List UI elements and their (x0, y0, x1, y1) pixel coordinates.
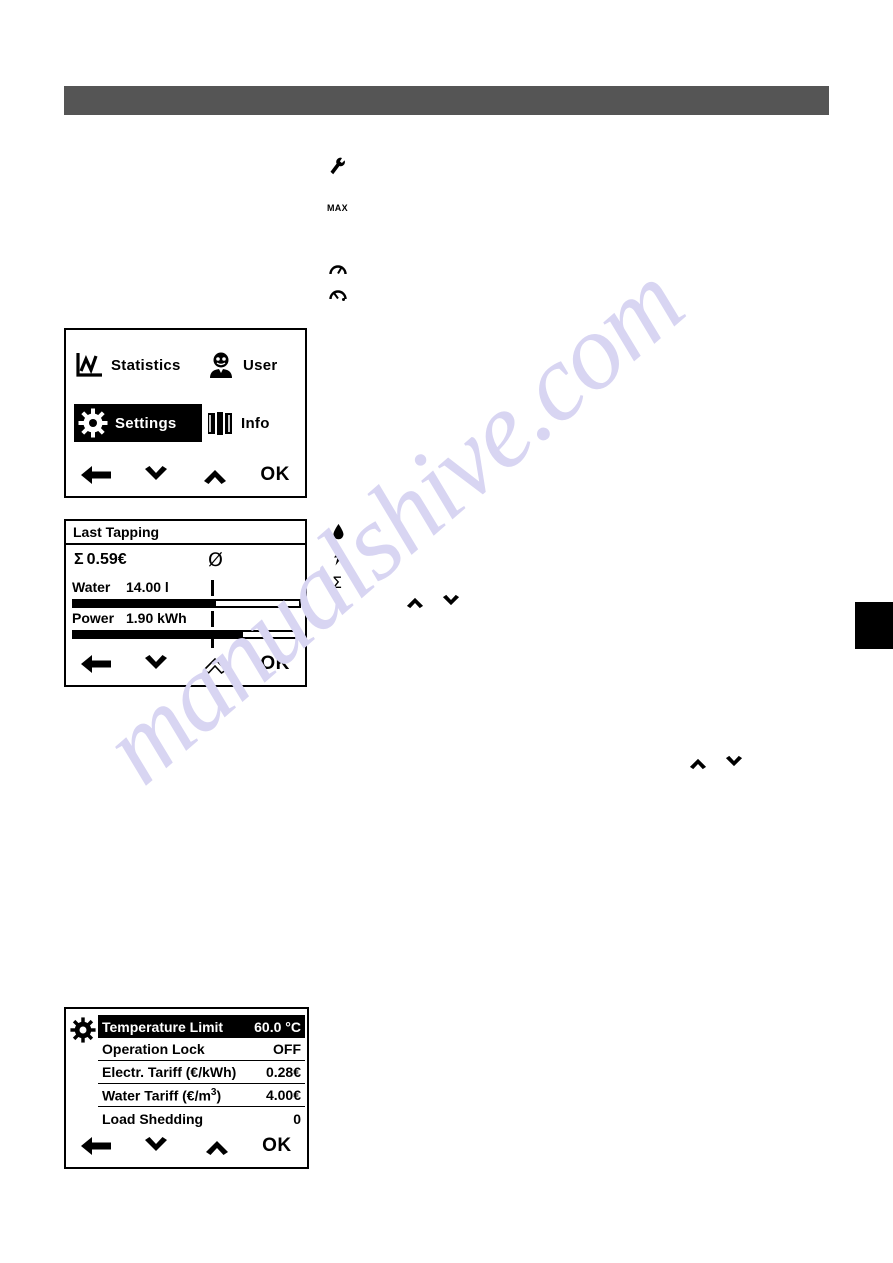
chevron-down-icon[interactable] (440, 593, 462, 610)
chevron-up-icon[interactable] (186, 464, 246, 486)
menu-item-info[interactable]: Info (206, 404, 301, 442)
settings-row-label: Operation Lock (102, 1041, 205, 1057)
inline-chevron-pair-lower (687, 754, 745, 771)
settings-row-label: Water Tariff (€/m3) (102, 1086, 222, 1104)
back-arrow-icon[interactable] (66, 1134, 126, 1158)
lcd-main-menu-panel: Statistics User Settings Info OK (64, 328, 307, 498)
sigma-icon: Σ (74, 551, 84, 568)
statistics-chart-icon (74, 350, 104, 380)
chevron-down-icon[interactable] (126, 653, 186, 675)
settings-row-value: 4.00€ (265, 1087, 301, 1103)
average-symbol-icon: Ø (208, 549, 223, 571)
meter-water-bar-fill (74, 601, 216, 606)
meter-water: Water 14.00 l (72, 579, 301, 608)
meter-power-line: Power 1.90 kWh (72, 610, 301, 629)
chevron-up-outline-icon[interactable] (186, 653, 246, 675)
settings-row-electr-tariff[interactable]: Electr. Tariff (€/kWh) 0.28€ (98, 1061, 305, 1084)
menu-item-statistics-label: Statistics (111, 356, 181, 374)
chevron-up-icon[interactable] (187, 1135, 247, 1157)
main-menu-nav-row: OK (66, 458, 305, 492)
sigma-icon: Σ (332, 573, 343, 592)
gauge-half-icon (329, 286, 347, 302)
meter-water-bar (72, 599, 301, 608)
section-header-bar (64, 86, 829, 115)
ok-button[interactable]: OK (245, 653, 305, 675)
last-tapping-total: Σ 0.59€ (74, 551, 127, 569)
gauge-icon (329, 261, 347, 277)
settings-row-list: Temperature Limit 60.0 °C Operation Lock… (98, 1015, 305, 1130)
meter-water-value: 14.00 l (126, 579, 169, 595)
settings-row-operation-lock[interactable]: Operation Lock OFF (98, 1038, 305, 1061)
chevron-down-icon[interactable] (126, 1135, 186, 1157)
lightning-bolt-icon (332, 549, 345, 566)
meter-power-average-tick (211, 611, 214, 627)
settings-row-value: 0.28€ (265, 1064, 301, 1080)
settings-nav-row: OK (66, 1129, 307, 1163)
user-face-icon (206, 350, 236, 380)
gear-icon (70, 1017, 96, 1043)
meter-power: Power 1.90 kWh (72, 610, 301, 639)
chevron-down-icon[interactable] (723, 754, 745, 771)
meter-water-line: Water 14.00 l (72, 579, 301, 598)
meter-power-label: Power (72, 610, 115, 626)
ok-button[interactable]: OK (245, 464, 305, 486)
back-arrow-icon[interactable] (66, 463, 126, 487)
gear-icon (78, 408, 108, 438)
wrench-icon (328, 156, 348, 178)
last-tapping-total-value: 0.59€ (86, 551, 127, 568)
meter-water-label: Water (72, 579, 111, 595)
meter-power-bar (72, 630, 301, 639)
inline-chevron-pair-upper (404, 593, 462, 610)
settings-row-label: Electr. Tariff (€/kWh) (102, 1064, 237, 1080)
chevron-down-icon[interactable] (126, 464, 186, 486)
back-arrow-icon[interactable] (66, 652, 126, 676)
chevron-up-icon[interactable] (404, 593, 426, 610)
last-tapping-nav-row: OK (66, 647, 305, 681)
settings-row-load-shedding[interactable]: Load Shedding 0 (98, 1107, 305, 1130)
settings-row-value: OFF (273, 1041, 301, 1057)
water-drop-icon (332, 523, 345, 540)
page-edge-tab-marker (855, 602, 893, 649)
menu-item-settings-label: Settings (115, 414, 177, 432)
max-label-icon: MAX (327, 203, 348, 213)
menu-item-user-label: User (243, 356, 278, 374)
info-book-icon (206, 408, 234, 438)
last-tapping-title: Last Tapping (66, 521, 305, 545)
menu-item-settings[interactable]: Settings (74, 404, 202, 442)
meter-power-value: 1.90 kWh (126, 610, 187, 626)
meter-water-average-tick (211, 580, 214, 596)
meter-power-lower-tick (211, 634, 214, 648)
settings-row-label: Load Shedding (102, 1110, 204, 1127)
settings-row-value: 0 (293, 1110, 301, 1127)
menu-item-user[interactable]: User (206, 346, 301, 384)
ok-button[interactable]: OK (247, 1135, 307, 1157)
lcd-last-tapping-panel: Last Tapping Σ 0.59€ Ø Water 14.00 l Pow… (64, 519, 307, 687)
menu-item-info-label: Info (241, 414, 270, 432)
settings-row-label: Temperature Limit (102, 1018, 224, 1035)
lcd-settings-panel: Temperature Limit 60.0 °C Operation Lock… (64, 1007, 309, 1169)
meter-power-bar-fill (74, 632, 243, 637)
settings-row-water-tariff[interactable]: Water Tariff (€/m3) 4.00€ (98, 1084, 305, 1107)
chevron-up-icon[interactable] (687, 754, 709, 771)
menu-item-statistics[interactable]: Statistics (74, 346, 189, 384)
settings-row-temperature-limit[interactable]: Temperature Limit 60.0 °C (98, 1015, 305, 1038)
settings-row-value: 60.0 °C (254, 1018, 301, 1035)
